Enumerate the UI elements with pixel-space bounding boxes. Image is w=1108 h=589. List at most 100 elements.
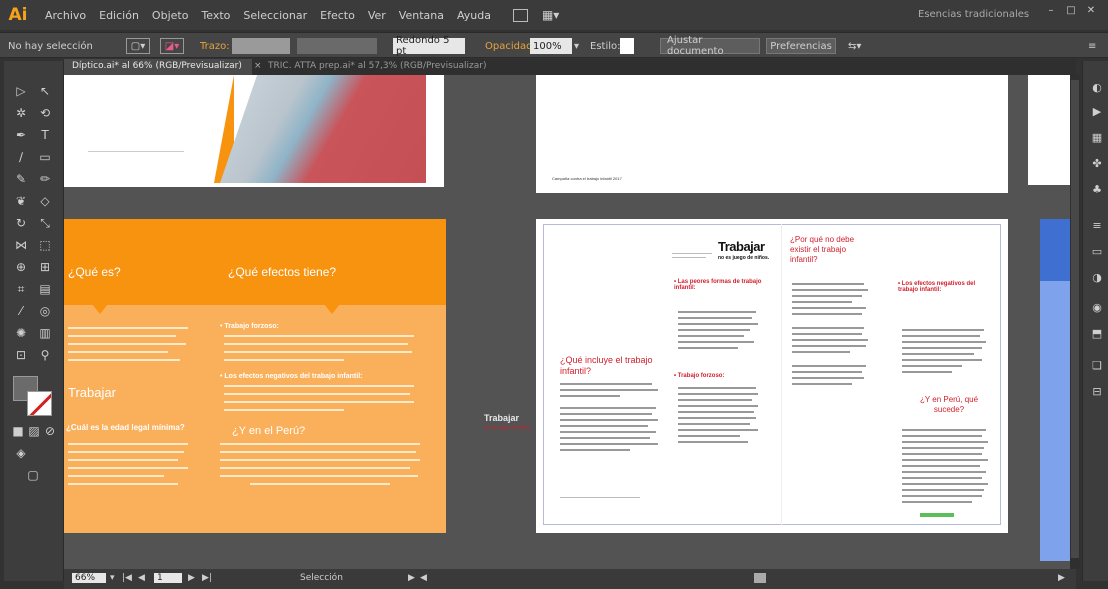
- eyedropper-tool-icon[interactable]: ⁄: [12, 303, 30, 319]
- menu-efecto[interactable]: Efecto: [320, 9, 355, 22]
- child-photo: [220, 75, 426, 183]
- speech-pointer: [324, 304, 340, 314]
- layers-panel-icon[interactable]: ❏: [1089, 359, 1105, 373]
- first-artboard-icon[interactable]: |◀: [122, 573, 132, 583]
- campaign-caption: Campaña contra el trabajo infantil 2017: [552, 176, 622, 181]
- artboard-number-field[interactable]: 1: [154, 573, 182, 583]
- arrange-documents-icon[interactable]: ▦▾: [542, 8, 559, 22]
- menu-edicion[interactable]: Edición: [99, 9, 139, 22]
- next-artboard-icon[interactable]: ▶: [188, 573, 195, 583]
- panel-dock: ◐ ▶ ▦ ✤ ♣ ≡ ▭ ◑ ◉ ⬒ ❏ ⊟: [1082, 61, 1108, 581]
- heading-trabajar-small: Trabajar: [68, 385, 116, 400]
- brushes-panel-icon[interactable]: ✤: [1089, 157, 1105, 171]
- minimize-icon[interactable]: –: [1044, 5, 1058, 17]
- tab-label: TRIC. ATTA prep.ai* al 57,3% (RGB/Previs…: [268, 61, 487, 71]
- lasso-tool-icon[interactable]: ⟲: [36, 105, 54, 121]
- fill-color-control[interactable]: ▢▾: [126, 38, 150, 54]
- swatches-panel-icon[interactable]: ▦: [1089, 131, 1105, 145]
- stroke-panel-icon[interactable]: ≡: [1089, 219, 1105, 233]
- perspective-grid-tool-icon[interactable]: ⊞: [36, 259, 54, 275]
- vertical-scrollbar[interactable]: [1070, 75, 1080, 569]
- menu-seleccionar[interactable]: Seleccionar: [243, 9, 307, 22]
- chevron-down-icon[interactable]: ▾: [574, 38, 584, 54]
- style-swatch[interactable]: [620, 38, 634, 54]
- stroke-swatch[interactable]: [27, 391, 52, 416]
- status-menu-icon[interactable]: ▶: [408, 573, 415, 583]
- color-panel-icon[interactable]: ◐: [1089, 81, 1105, 95]
- artboard-canvas[interactable]: ¿Qué es? ¿Qué efectos tiene? Trabajar ¿C…: [64, 75, 1076, 569]
- rotate-tool-icon[interactable]: ↻: [12, 215, 30, 231]
- zoom-tool-icon[interactable]: ⚲: [36, 347, 54, 363]
- blend-tool-icon[interactable]: ◎: [36, 303, 54, 319]
- menu-ayuda[interactable]: Ayuda: [457, 9, 491, 22]
- stroke-weight-field[interactable]: [232, 38, 290, 54]
- zoom-field[interactable]: 66%: [72, 573, 106, 583]
- menu-bar: Ai Archivo Edición Objeto Texto Seleccio…: [0, 0, 1108, 30]
- document-setup-button[interactable]: Ajustar documento: [660, 35, 760, 57]
- free-transform-tool-icon[interactable]: ⬚: [36, 237, 54, 253]
- scale-tool-icon[interactable]: ⤡: [36, 215, 54, 231]
- style-label: Estilo:: [590, 40, 621, 52]
- gradient-tool-icon[interactable]: ▤: [36, 281, 54, 297]
- menu-archivo[interactable]: Archivo: [45, 9, 86, 22]
- menu-ver[interactable]: Ver: [368, 9, 386, 22]
- gradient-panel-icon[interactable]: ▭: [1089, 245, 1105, 259]
- direct-selection-tool-icon[interactable]: ↖: [36, 83, 54, 99]
- variable-width-field[interactable]: [297, 38, 377, 54]
- line-tool-icon[interactable]: ∕: [12, 149, 30, 165]
- artboard-tool-icon[interactable]: ⊡: [12, 347, 30, 363]
- graphic-styles-panel-icon[interactable]: ⬒: [1089, 327, 1105, 341]
- opacity-field[interactable]: 100%: [530, 38, 572, 54]
- horizontal-scroll-thumb[interactable]: [754, 573, 766, 583]
- menu-texto[interactable]: Texto: [201, 9, 230, 22]
- pen-tool-icon[interactable]: ✒: [12, 127, 30, 143]
- scroll-left-icon[interactable]: ◀: [420, 573, 427, 583]
- stroke-color-control[interactable]: ◪▾: [160, 38, 184, 54]
- logo-trabajar: Trabajar: [718, 239, 765, 254]
- symbol-sprayer-tool-icon[interactable]: ✺: [12, 325, 30, 341]
- artboard-top-left: [64, 75, 444, 187]
- status-bar: 66% ▾ |◀ ◀ 1 ▶ ▶| Selección ▶ ◀ ▶: [64, 569, 1076, 589]
- magic-wand-tool-icon[interactable]: ✲: [12, 105, 30, 121]
- control-bar: No hay selección ▢▾ ◪▾ Trazo: Redondo 5 …: [0, 32, 1108, 58]
- selection-tool-icon[interactable]: ▷: [12, 83, 30, 99]
- bridge-icon[interactable]: [512, 8, 528, 22]
- previous-artboard-icon[interactable]: ◀: [138, 573, 145, 583]
- screen-mode-icon[interactable]: ▢: [24, 467, 42, 483]
- scroll-thumb[interactable]: [1071, 80, 1079, 558]
- eraser-tool-icon[interactable]: ◇: [36, 193, 54, 209]
- transparency-panel-icon[interactable]: ◑: [1089, 271, 1105, 285]
- column-graph-tool-icon[interactable]: ▥: [36, 325, 54, 341]
- pencil-tool-icon[interactable]: ✏: [36, 171, 54, 187]
- color-guide-icon[interactable]: ▶: [1089, 105, 1105, 119]
- rectangle-tool-icon[interactable]: ▭: [36, 149, 54, 165]
- menu-ventana[interactable]: Ventana: [399, 9, 444, 22]
- zoom-dropdown-icon[interactable]: ▾: [110, 573, 115, 583]
- none-mode-icon[interactable]: ⊘: [41, 423, 59, 439]
- paintbrush-tool-icon[interactable]: ✎: [12, 171, 30, 187]
- brochure-artboard: ¿Qué incluye el trabajo infantil? Trabaj…: [536, 219, 1008, 533]
- close-icon[interactable]: ✕: [1084, 5, 1098, 17]
- mesh-tool-icon[interactable]: ⌗: [12, 281, 30, 297]
- align-options-icon[interactable]: ⇆▾: [848, 38, 861, 54]
- shape-builder-tool-icon[interactable]: ⊕: [12, 259, 30, 275]
- workspace-switcher[interactable]: Esencias tradicionales: [918, 9, 1029, 20]
- draw-mode-icon[interactable]: ◈: [12, 445, 30, 461]
- tab-diptico[interactable]: Díptico.ai* al 66% (RGB/Previsualizar): [64, 59, 252, 75]
- width-tool-icon[interactable]: ⋈: [12, 237, 30, 253]
- blob-brush-tool-icon[interactable]: ❦: [12, 193, 30, 209]
- last-artboard-icon[interactable]: ▶|: [202, 573, 212, 583]
- brush-definition-dropdown[interactable]: Redondo 5 pt: [393, 35, 465, 57]
- heading-efectos: ¿Qué efectos tiene?: [228, 265, 337, 279]
- maximize-icon[interactable]: □: [1064, 5, 1078, 17]
- menu-objeto[interactable]: Objeto: [152, 9, 189, 22]
- tab-tric[interactable]: TRIC. ATTA prep.ai* al 57,3% (RGB/Previs…: [260, 59, 490, 75]
- scroll-right-icon[interactable]: ▶: [1058, 573, 1065, 583]
- panel-menu-icon[interactable]: ≡: [1088, 38, 1096, 54]
- type-tool-icon[interactable]: T: [36, 127, 54, 143]
- q-que-incluye: ¿Qué incluye el trabajo infantil?: [560, 355, 653, 376]
- artboards-panel-icon[interactable]: ⊟: [1089, 385, 1105, 399]
- symbols-panel-icon[interactable]: ♣: [1089, 183, 1105, 197]
- preferences-button[interactable]: Preferencias: [766, 38, 836, 54]
- appearance-panel-icon[interactable]: ◉: [1089, 301, 1105, 315]
